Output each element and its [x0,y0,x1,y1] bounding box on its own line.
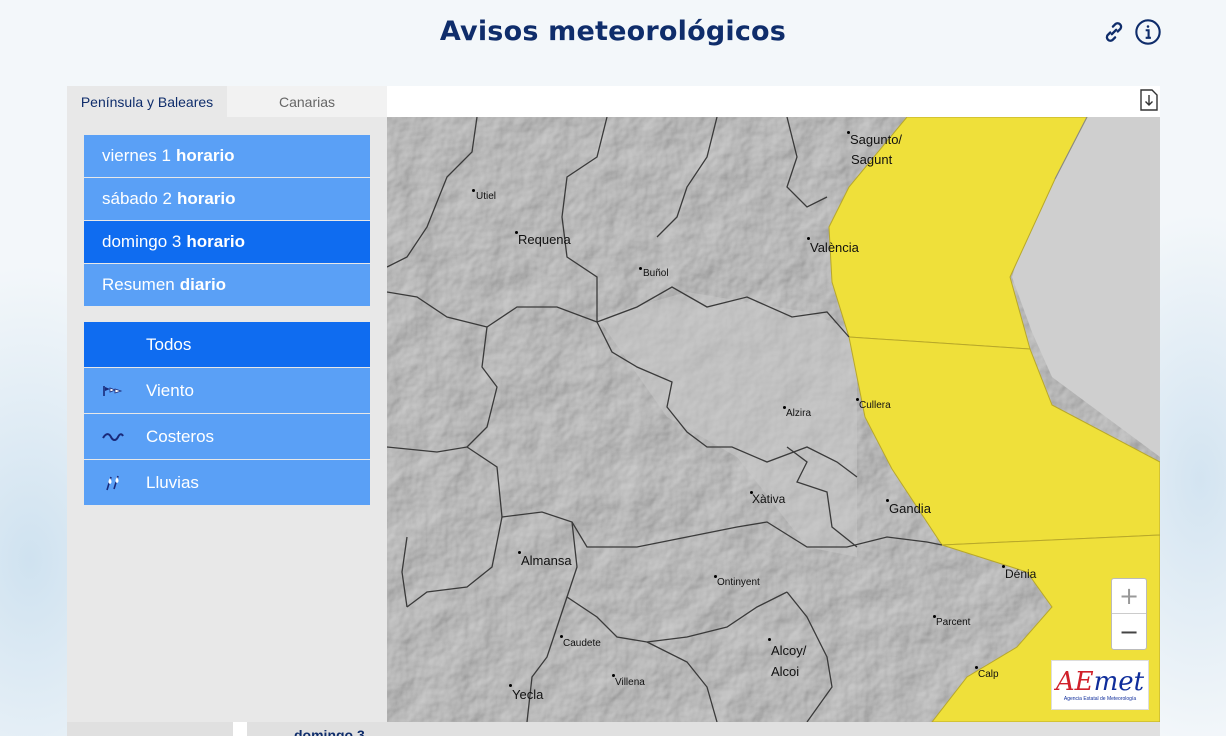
day-mode: diario [179,275,227,294]
type-label: Todos [146,334,192,354]
city-label: Parcent [936,617,971,628]
day-label: domingo 3 [102,232,182,251]
rain-icon [84,474,146,492]
day-button-resumen[interactable]: Resumen diario [84,264,370,306]
timeline-day-label: domingo 3 [294,727,365,736]
day-mode: horario [175,146,235,165]
waves-icon [84,431,146,443]
city-label: Buñol [643,268,669,279]
page: Avisos meteorológicos Península y Balear… [0,0,1226,736]
wind-icon [84,384,146,398]
city-label: Xàtiva [752,492,786,506]
zoom-control: + − [1111,578,1147,650]
day-button-sabado[interactable]: sábado 2 horario [84,178,370,220]
type-button-lluvias[interactable]: Lluvias [84,460,370,505]
info-icon[interactable] [1134,18,1162,46]
city-label: Dénia [1005,567,1037,581]
city-label: Sagunt [851,152,893,167]
day-label: Resumen [102,275,175,294]
type-button-viento[interactable]: Viento [84,368,370,413]
city-label: Caudete [563,638,601,649]
warnings-panel: Península y Baleares Canarias viernes 1h… [67,86,1160,736]
zoom-in-button[interactable]: + [1112,579,1146,614]
type-label: Viento [146,380,194,400]
timeline-bar: domingo 3 [67,722,1160,736]
type-label: Costeros [146,426,215,446]
map-canvas [387,117,1160,722]
tab-canarias[interactable]: Canarias [227,86,387,117]
region-tabs: Península y Baleares Canarias [67,86,387,117]
city-label: Utiel [476,191,497,202]
warning-type-selector: Todos Viento Costeros Lluvias [84,322,370,506]
day-button-domingo[interactable]: domingo 3 horario [84,221,370,263]
city-label: València [810,240,859,255]
type-button-costeros[interactable]: Costeros [84,414,370,459]
download-icon[interactable] [1139,88,1159,112]
city-label: Calp [978,669,999,680]
sidebar: viernes 1 horario sábado 2 horario domingo… [67,117,387,722]
logo-subtitle: Agencia Estatal de Meteorología [1063,696,1137,702]
city-label: Ontinyent [717,577,760,588]
city-label: Almansa [521,553,572,568]
city-label: Cullera [859,400,891,411]
city-label: Alzira [786,408,812,419]
city-label: Sagunto/ [850,132,903,147]
header-icons [1100,18,1162,46]
city-label: Villena [615,677,645,688]
page-title: Avisos meteorológicos [439,16,787,47]
day-mode: horario [176,189,236,208]
city-label: Alcoy/ [771,643,807,658]
tab-peninsula[interactable]: Península y Baleares [67,86,227,117]
zoom-out-button[interactable]: − [1112,614,1146,649]
day-button-viernes[interactable]: viernes 1 horario [84,135,370,177]
aemet-logo: AEmet Agencia Estatal de Meteorología [1051,660,1149,710]
city-label: Yecla [512,687,544,702]
city-label: Alcoi [771,664,800,679]
city-label: Requena [518,232,571,247]
link-icon[interactable] [1100,18,1128,46]
type-label: Lluvias [146,472,199,492]
day-label: sábado 2 [102,189,172,208]
type-button-todos[interactable]: Todos [84,322,370,367]
city-label: Gandia [889,501,931,516]
warnings-map[interactable]: Sagunto/ Sagunt Utiel Requena València B… [387,117,1160,722]
day-mode: horario [186,232,245,251]
day-label: viernes 1 [102,146,171,165]
day-selector: viernes 1 horario sábado 2 horario domingo… [84,135,370,307]
